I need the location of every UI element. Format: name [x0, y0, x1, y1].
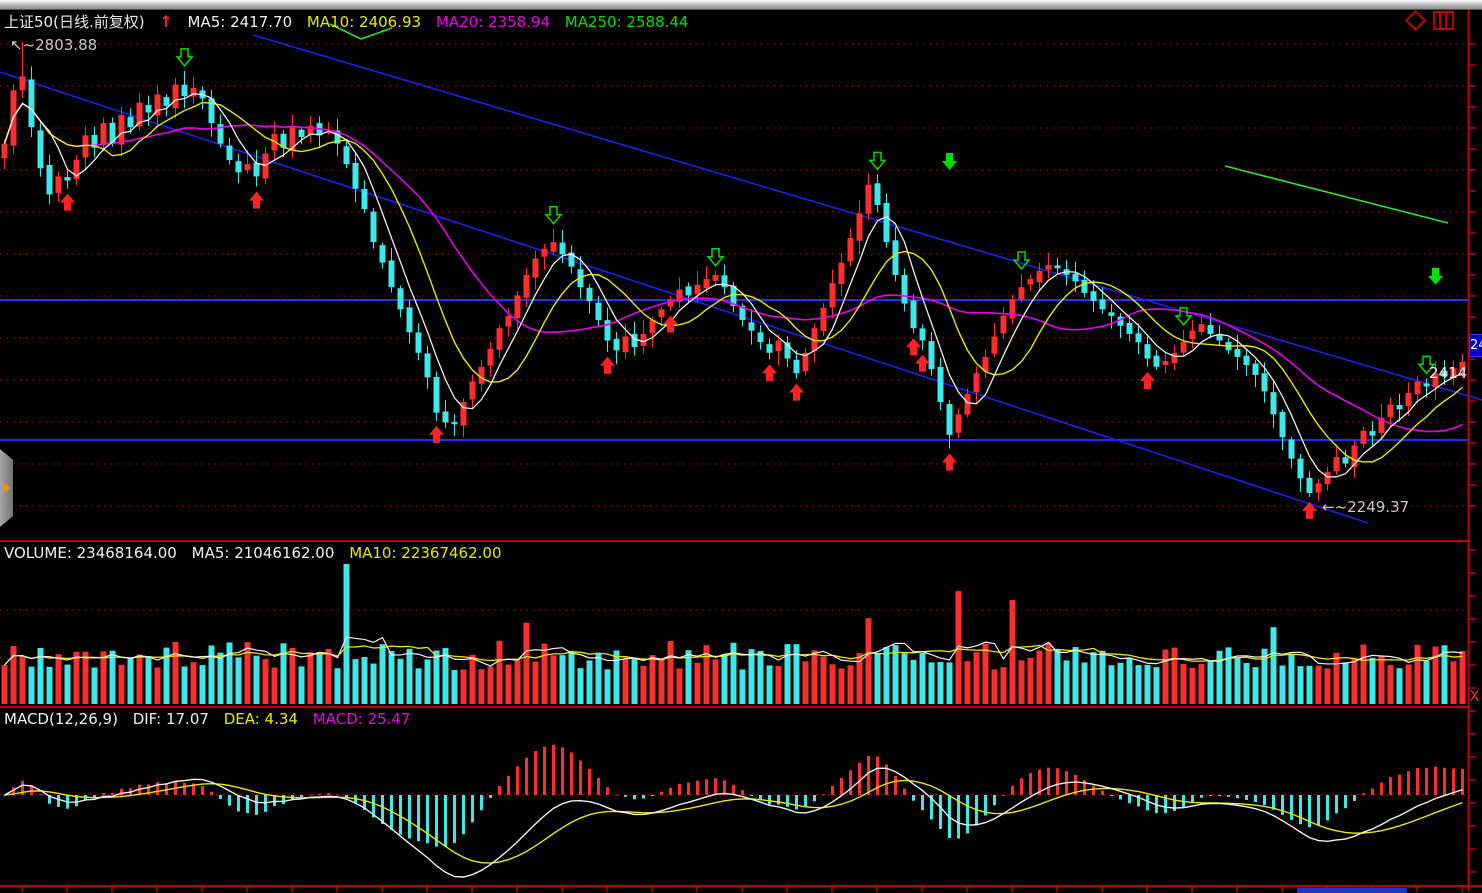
- volume-ma10-label: MA10: 22367462.00: [349, 544, 501, 562]
- buy-arrow-icon: [942, 453, 957, 470]
- trading-app-window: 上证50(日线.前复权) ↑ MA5: 2417.70 MA10: 2406.9…: [0, 0, 1482, 893]
- ma20-label: MA20: 2358.94: [436, 13, 550, 31]
- sell-arrow-icon: [942, 153, 957, 170]
- sell-arrow-outline-icon: [1014, 252, 1029, 269]
- close-volume-pane-button[interactable]: X: [1468, 687, 1481, 705]
- low-price-label: ←~2249.37: [1322, 498, 1409, 516]
- buy-arrow-icon: [600, 357, 615, 374]
- symbol-title: 上证50(日线.前复权): [4, 13, 145, 31]
- expand-arrow-icon: [3, 482, 11, 494]
- buy-arrow-icon: [249, 192, 264, 209]
- sell-arrow-icon: [1428, 268, 1443, 285]
- chart-canvas[interactable]: [0, 9, 1482, 893]
- buy-arrow-icon: [789, 384, 804, 401]
- horizontal-price-lines: [0, 300, 1469, 440]
- macd-value-label: MACD: 25.47: [313, 710, 411, 728]
- horizontal-scrollbar-thumb[interactable]: [1297, 888, 1407, 893]
- trendlines: [0, 24, 1482, 523]
- sell-arrow-outline-icon: [546, 207, 561, 224]
- buy-arrow-icon: [915, 355, 930, 372]
- macd-pane-header: MACD(12,26,9) DIF: 17.07 DEA: 4.34 MACD:…: [4, 710, 420, 728]
- sell-arrow-outline-icon: [870, 152, 885, 169]
- volume-ma5-label: MA5: 21046162.00: [192, 544, 335, 562]
- main-chart-header: 上证50(日线.前复权) ↑ MA5: 2417.70 MA10: 2406.9…: [4, 11, 698, 32]
- ma10-label: MA10: 2406.93: [307, 13, 421, 31]
- window-layout-icon[interactable]: [1433, 11, 1454, 30]
- buy-arrow-icon: [1302, 502, 1317, 519]
- dif-label: DIF: 17.07: [133, 710, 209, 728]
- sell-arrow-outline-icon: [708, 249, 723, 266]
- macd-params-label: MACD(12,26,9): [4, 710, 118, 728]
- ma5-label: MA5: 2417.70: [188, 13, 293, 31]
- volume-bars: [2, 564, 1466, 704]
- dea-label: DEA: 4.34: [224, 710, 298, 728]
- buy-arrow-icon: [60, 194, 75, 211]
- buy-arrow-icon: [1140, 372, 1155, 389]
- trend-up-icon: ↑: [159, 12, 172, 31]
- macd-histogram: [3, 745, 1464, 847]
- macd-lines: [5, 768, 1463, 877]
- volume-label: VOLUME: 23468164.00: [4, 544, 177, 562]
- current-price-tag: 24: [1469, 334, 1482, 357]
- volume-pane-header: VOLUME: 23468164.00 MA5: 21046162.00 MA1…: [4, 544, 512, 562]
- buy-arrow-icon: [663, 315, 678, 332]
- signal-arrows: [60, 49, 1443, 519]
- buy-arrow-icon: [762, 364, 777, 381]
- high-price-label: ↖~2803.88: [10, 36, 97, 54]
- ma250-label: MA250: 2588.44: [565, 13, 689, 31]
- buy-arrow-icon: [906, 338, 921, 355]
- panel-expand-handle[interactable]: [0, 449, 13, 527]
- sell-arrow-outline-icon: [177, 49, 192, 66]
- last-price-label: 2414: [1429, 364, 1467, 382]
